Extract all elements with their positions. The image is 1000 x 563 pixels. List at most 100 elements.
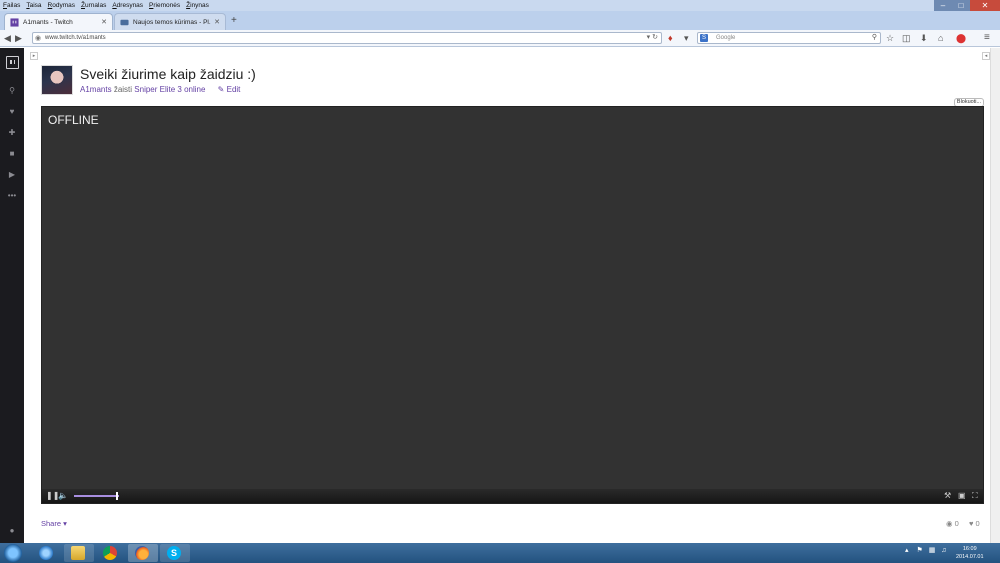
settings-icon[interactable]: ⚒	[944, 491, 951, 501]
bookmark-star-icon[interactable]: ☆	[886, 32, 894, 44]
heart-icon: ♥	[969, 519, 974, 528]
heart-icon[interactable]: ♥	[0, 107, 24, 116]
menu-item-tools[interactable]: Priemonės	[149, 2, 180, 9]
globe-icon: ◉	[35, 35, 42, 42]
stream-title: Sveiki žiurime kaip žaidziu :)	[80, 66, 256, 82]
streamer-link[interactable]: A1mants	[80, 85, 112, 94]
taskbar-chrome[interactable]	[96, 544, 126, 562]
taskbar-skype[interactable]: S	[160, 544, 190, 562]
minimize-icon[interactable]: –	[934, 0, 952, 11]
forward-icon[interactable]: ▶	[15, 32, 22, 44]
user-icon[interactable]: ●	[0, 526, 24, 535]
volume-slider[interactable]	[74, 495, 119, 497]
reload-icon[interactable]: ▾ ↻	[647, 33, 658, 43]
start-button[interactable]	[4, 544, 22, 562]
twitch-logo-icon[interactable]	[6, 56, 19, 69]
taskbar-explorer[interactable]	[64, 544, 94, 562]
more-icon[interactable]: •••	[0, 191, 24, 200]
flag-icon[interactable]: ⚑	[916, 547, 922, 554]
menu-item-edit[interactable]: Taisa	[26, 2, 41, 9]
clock-time: 16:09	[962, 546, 977, 552]
twitch-favicon-icon	[10, 17, 19, 27]
clipboard-icon[interactable]: ◫	[902, 32, 911, 44]
collapse-right-icon[interactable]: ◂	[982, 52, 990, 60]
menu-hamburger-icon[interactable]: ≡	[984, 32, 990, 44]
collapse-left-icon[interactable]: ▸	[30, 52, 38, 60]
right-panel-edge	[990, 48, 1000, 543]
chrome-icon	[103, 546, 117, 560]
tab-title: Naujos temos kūrimas - Pl...	[133, 18, 212, 26]
adblock-icon[interactable]: ⬤	[956, 32, 966, 44]
menu-item-file[interactable]: Failas	[3, 2, 20, 9]
volume-knob[interactable]	[116, 492, 118, 500]
game-link[interactable]: Sniper Elite 3 online	[134, 85, 205, 94]
window-controls: – □ ✕	[934, 0, 1000, 11]
navigation-bar: ◀ ▶ ◉ www.twitch.tv/a1mants ▾ ↻ ♦ ▾ S Go…	[0, 30, 1000, 47]
new-tab-icon[interactable]: +	[231, 15, 237, 26]
taskbar-ie[interactable]	[32, 544, 62, 562]
taskbar-clock[interactable]: 16:09 2014.07.01	[956, 545, 984, 561]
gamepad-icon[interactable]: ✚	[0, 128, 24, 137]
dropdown-icon[interactable]: ▾	[684, 32, 689, 44]
search-icon[interactable]: ⚲	[0, 86, 24, 95]
close-tab-icon[interactable]: ✕	[101, 18, 107, 26]
download-icon[interactable]: ⬇	[920, 32, 928, 44]
forum-favicon-icon	[120, 19, 129, 25]
pencil-icon: ✎	[217, 85, 225, 94]
tab-strip: A1mants - Twitch ✕ Naujos temos kūrimas …	[0, 11, 1000, 30]
back-icon[interactable]: ◀	[4, 32, 11, 44]
viewer-count-value: 0	[954, 519, 959, 528]
follow-count: ♥ 0	[969, 519, 980, 528]
url-text: www.twitch.tv/a1mants	[45, 35, 106, 41]
menu-bar: Failas Taisa Rodymas Žurnalas Adresynas …	[0, 0, 1000, 11]
videos-icon[interactable]: ▶	[0, 170, 24, 179]
tab-forum[interactable]: Naujos temos kūrimas - Pl... ✕	[114, 13, 226, 30]
share-label: Share	[41, 519, 62, 528]
menu-item-view[interactable]: Rodymas	[48, 2, 75, 9]
tab-twitch[interactable]: A1mants - Twitch ✕	[4, 13, 113, 30]
home-icon[interactable]: ⌂	[938, 32, 943, 44]
search-engine-icon[interactable]: S	[700, 34, 708, 42]
playing-word: žaisti	[113, 85, 133, 94]
ie-icon	[39, 546, 53, 560]
eye-icon: ◉	[946, 519, 953, 528]
video-camera-icon[interactable]: ■	[0, 149, 24, 158]
offline-status: OFFLINE	[48, 113, 99, 127]
system-tray: ▴ ⚑ ▦ ♫	[905, 546, 947, 554]
video-player[interactable]: OFFLINE ❚❚ 🔈 ⚒ ▣ ⛶	[41, 106, 984, 504]
menu-item-bookmarks[interactable]: Adresynas	[112, 2, 143, 9]
fullscreen-icon[interactable]: ⛶	[972, 491, 978, 501]
search-icon[interactable]: ⚲	[872, 33, 877, 43]
share-button[interactable]: Share ▾	[41, 519, 67, 528]
address-bar[interactable]: ◉ www.twitch.tv/a1mants ▾ ↻	[32, 32, 662, 44]
speaker-icon[interactable]: ♫	[941, 547, 946, 554]
search-bar[interactable]: S Google ⚲	[697, 32, 881, 44]
tab-title: A1mants - Twitch	[23, 18, 73, 26]
theater-mode-icon[interactable]: ▣	[958, 491, 966, 501]
player-controls: ❚❚ 🔈 ⚒ ▣ ⛶	[42, 489, 983, 503]
tray-arrow-icon[interactable]: ▴	[905, 547, 909, 554]
edit-label: Edit	[226, 85, 241, 94]
clock-date: 2014.07.01	[956, 554, 984, 560]
volume-icon[interactable]: 🔈	[58, 491, 68, 501]
menu-item-help[interactable]: Žinynas	[186, 2, 209, 9]
network-icon[interactable]: ▦	[929, 547, 936, 554]
taskbar-firefox[interactable]	[128, 544, 158, 562]
volume-fill	[74, 495, 119, 497]
maximize-icon[interactable]: □	[952, 0, 970, 11]
close-window-icon[interactable]: ✕	[970, 0, 1000, 11]
folder-icon	[71, 546, 85, 560]
close-tab-icon[interactable]: ✕	[214, 18, 220, 26]
addon-icon[interactable]: ♦	[668, 32, 673, 44]
firefox-icon	[135, 546, 149, 560]
chevron-down-icon: ▾	[63, 519, 67, 528]
menu-item-history[interactable]: Žurnalas	[81, 2, 106, 9]
skype-icon: S	[167, 546, 181, 560]
viewer-count: ◉ 0	[946, 519, 959, 528]
windows-taskbar: S ▴ ⚑ ▦ ♫ 16:09 2014.07.01	[0, 543, 1000, 563]
follow-count-value: 0	[975, 519, 980, 528]
edit-link[interactable]: ✎ Edit	[218, 85, 241, 94]
search-placeholder: Google	[716, 35, 736, 41]
streamer-avatar[interactable]	[41, 65, 73, 95]
stream-byline: A1mants žaisti Sniper Elite 3 online ✎ E…	[80, 85, 240, 94]
